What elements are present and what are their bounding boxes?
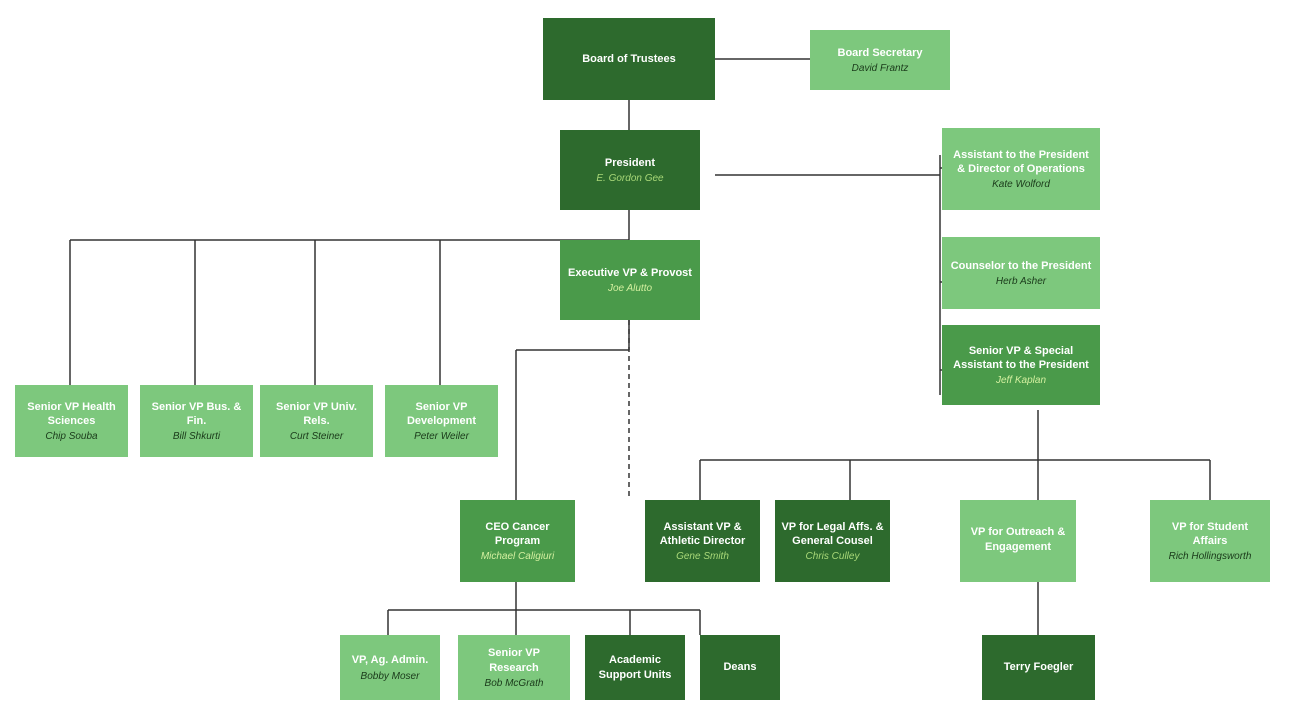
senior-vp-univ-box: Senior VP Univ. Rels. Curt Steiner bbox=[260, 385, 373, 457]
assistant-vp-title: Assistant VP & Athletic Director bbox=[651, 520, 754, 549]
president-box: President E. Gordon Gee bbox=[560, 130, 700, 210]
exec-vp-title: Executive VP & Provost bbox=[568, 266, 692, 280]
senior-vp-health-box: Senior VP Health Sciences Chip Souba bbox=[15, 385, 128, 457]
academic-support-title: Academic Support Units bbox=[591, 653, 679, 682]
vp-ag-title: VP, Ag. Admin. bbox=[352, 653, 429, 667]
assistant-vp-name: Gene Smith bbox=[676, 551, 729, 562]
vp-legal-name: Chris Culley bbox=[806, 551, 860, 562]
ceo-cancer-name: Michael Caligiuri bbox=[481, 551, 554, 562]
senior-vp-univ-name: Curt Steiner bbox=[290, 431, 343, 442]
assistant-president-box: Assistant to the President & Director of… bbox=[942, 128, 1100, 210]
senior-vp-special-box: Senior VP & Special Assistant to the Pre… bbox=[942, 325, 1100, 405]
vp-legal-box: VP for Legal Affs. & General Cousel Chri… bbox=[775, 500, 890, 582]
senior-vp-dev-title: Senior VP Development bbox=[391, 400, 492, 429]
senior-vp-health-name: Chip Souba bbox=[45, 431, 97, 442]
assistant-vp-box: Assistant VP & Athletic Director Gene Sm… bbox=[645, 500, 760, 582]
connector-lines bbox=[0, 0, 1296, 715]
senior-vp-research-title: Senior VP Research bbox=[464, 646, 564, 675]
vp-ag-box: VP, Ag. Admin. Bobby Moser bbox=[340, 635, 440, 700]
exec-vp-box: Executive VP & Provost Joe Alutto bbox=[560, 240, 700, 320]
assistant-president-title: Assistant to the President & Director of… bbox=[948, 148, 1094, 177]
senior-vp-research-box: Senior VP Research Bob McGrath bbox=[458, 635, 570, 700]
president-name: E. Gordon Gee bbox=[596, 173, 663, 184]
senior-vp-dev-box: Senior VP Development Peter Weiler bbox=[385, 385, 498, 457]
board-secretary-name: David Frantz bbox=[852, 63, 909, 74]
ceo-cancer-title: CEO Cancer Program bbox=[466, 520, 569, 549]
counselor-name: Herb Asher bbox=[996, 276, 1046, 287]
ceo-cancer-box: CEO Cancer Program Michael Caligiuri bbox=[460, 500, 575, 582]
senior-vp-special-title: Senior VP & Special Assistant to the Pre… bbox=[948, 344, 1094, 373]
vp-outreach-title: VP for Outreach & Engagement bbox=[966, 525, 1070, 554]
senior-vp-special-name: Jeff Kaplan bbox=[996, 375, 1046, 386]
vp-student-box: VP for Student Affairs Rich Hollingswort… bbox=[1150, 500, 1270, 582]
counselor-title: Counselor to the President bbox=[951, 259, 1092, 273]
deans-box: Deans bbox=[700, 635, 780, 700]
senior-vp-research-name: Bob McGrath bbox=[485, 678, 544, 689]
org-chart: Board of Trustees Board Secretary David … bbox=[0, 0, 1296, 715]
senior-vp-univ-title: Senior VP Univ. Rels. bbox=[266, 400, 367, 429]
deans-title: Deans bbox=[723, 660, 756, 674]
board-of-trustees-box: Board of Trustees bbox=[543, 18, 715, 100]
senior-vp-bus-name: Bill Shkurti bbox=[173, 431, 220, 442]
board-title: Board of Trustees bbox=[582, 52, 676, 66]
vp-outreach-box: VP for Outreach & Engagement bbox=[960, 500, 1076, 582]
vp-student-title: VP for Student Affairs bbox=[1156, 520, 1264, 549]
senior-vp-dev-name: Peter Weiler bbox=[414, 431, 469, 442]
assistant-president-name: Kate Wolford bbox=[992, 179, 1050, 190]
board-secretary-title: Board Secretary bbox=[838, 46, 923, 60]
senior-vp-bus-box: Senior VP Bus. & Fin. Bill Shkurti bbox=[140, 385, 253, 457]
exec-vp-name: Joe Alutto bbox=[608, 283, 652, 294]
vp-legal-title: VP for Legal Affs. & General Cousel bbox=[781, 520, 884, 549]
vp-ag-name: Bobby Moser bbox=[361, 671, 420, 682]
counselor-box: Counselor to the President Herb Asher bbox=[942, 237, 1100, 309]
terry-foegler-title: Terry Foegler bbox=[1004, 660, 1074, 674]
academic-support-box: Academic Support Units bbox=[585, 635, 685, 700]
vp-student-name: Rich Hollingsworth bbox=[1169, 551, 1252, 562]
board-secretary-box: Board Secretary David Frantz bbox=[810, 30, 950, 90]
senior-vp-bus-title: Senior VP Bus. & Fin. bbox=[146, 400, 247, 429]
senior-vp-health-title: Senior VP Health Sciences bbox=[21, 400, 122, 429]
terry-foegler-box: Terry Foegler bbox=[982, 635, 1095, 700]
president-title: President bbox=[605, 156, 655, 170]
